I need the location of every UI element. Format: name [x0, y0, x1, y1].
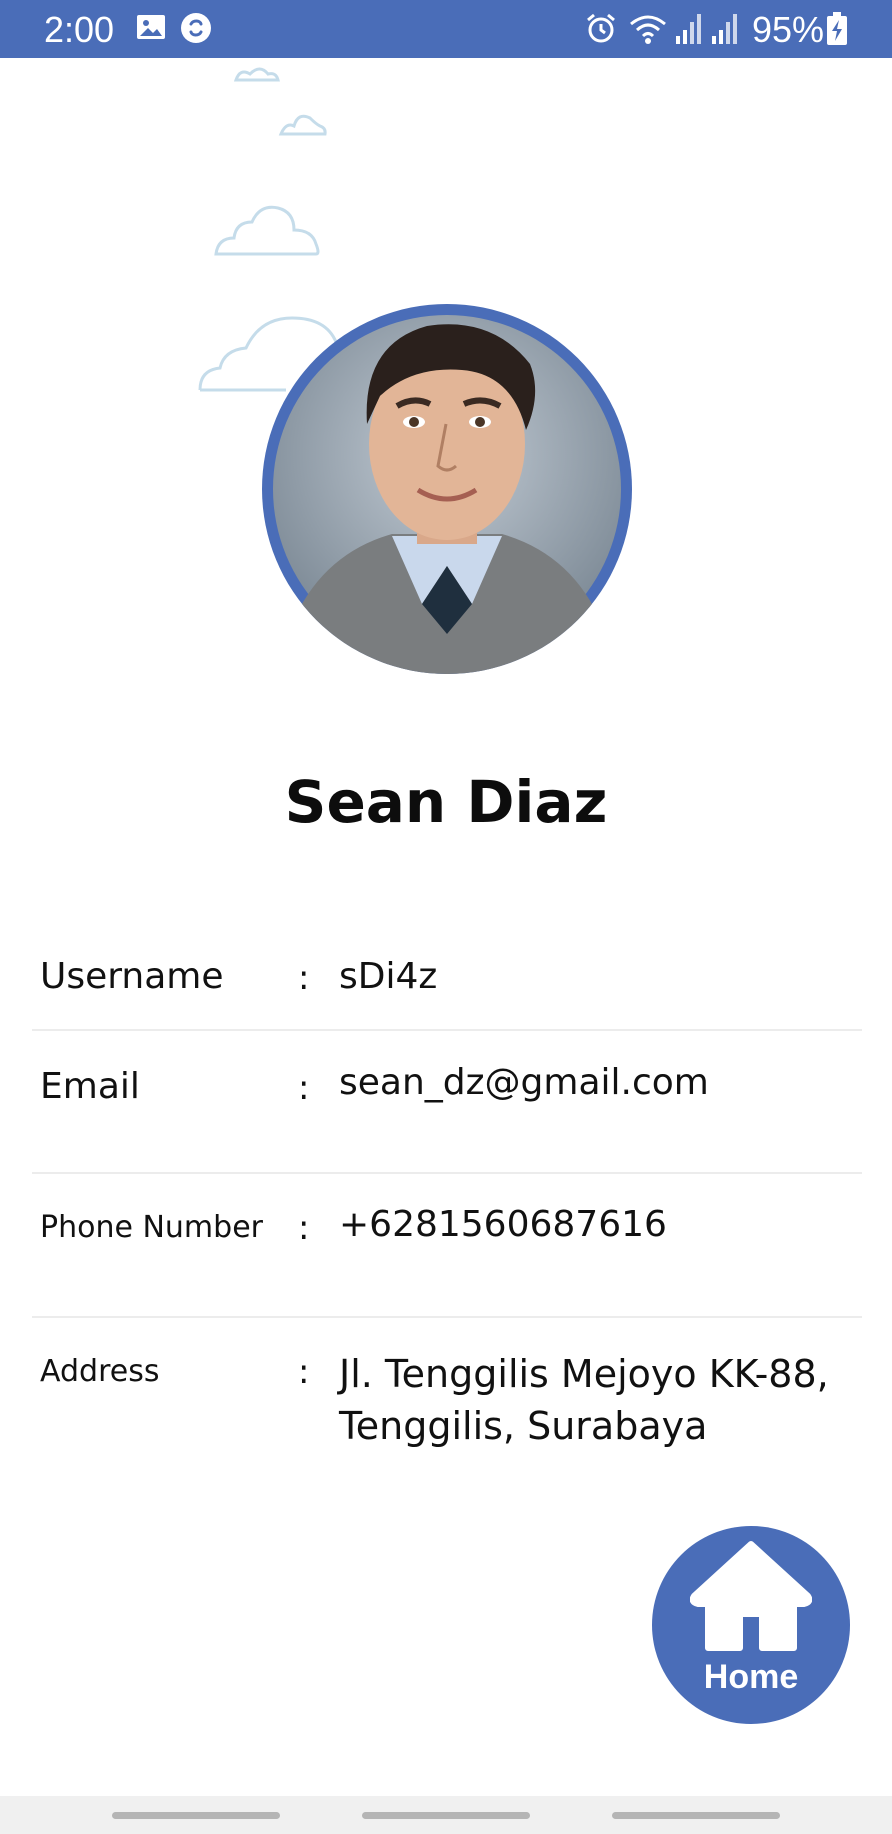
email-colon: :	[298, 1068, 310, 1108]
home-button[interactable]: Home	[652, 1526, 850, 1724]
profile-name: Sean Diaz	[284, 768, 608, 836]
signal-icon	[674, 12, 704, 51]
profile-photo	[273, 315, 621, 674]
nav-handle[interactable]	[112, 1812, 280, 1819]
battery-charging-icon	[826, 12, 848, 51]
cloud-icon	[278, 114, 327, 136]
cloud-icon	[233, 67, 280, 82]
address-value-line2: Tenggilis, Surabaya	[339, 1404, 708, 1448]
status-bar: 2:00 95%	[0, 0, 892, 58]
phone-label: Phone Number	[40, 1210, 263, 1245]
divider	[32, 1029, 862, 1031]
divider	[32, 1172, 862, 1174]
username-colon: :	[298, 958, 310, 998]
username-label: Username	[40, 956, 224, 997]
nav-handle[interactable]	[362, 1812, 530, 1819]
username-value: sDi4z	[339, 956, 438, 997]
nav-handle[interactable]	[612, 1812, 780, 1819]
alarm-icon	[584, 12, 618, 51]
address-value-line1: Jl. Tenggilis Mejoyo KK-88,	[339, 1352, 829, 1396]
signal-icon	[710, 12, 740, 51]
phone-colon: :	[298, 1208, 310, 1248]
cloud-icon	[214, 205, 320, 256]
address-colon: :	[298, 1352, 310, 1392]
home-label: Home	[703, 1658, 799, 1696]
status-time: 2:00	[44, 9, 115, 50]
avatar	[262, 304, 632, 674]
phone-value: +6281560687616	[339, 1204, 667, 1245]
address-label: Address	[40, 1354, 160, 1389]
email-label: Email	[40, 1066, 140, 1107]
sync-icon	[180, 12, 212, 49]
email-value: sean_dz@gmail.com	[339, 1062, 709, 1103]
navigation-bar	[0, 1796, 892, 1834]
home-icon	[690, 1541, 812, 1651]
image-icon	[136, 12, 166, 47]
wifi-icon	[628, 12, 668, 51]
divider	[32, 1316, 862, 1318]
battery-percent: 95%	[752, 9, 825, 50]
